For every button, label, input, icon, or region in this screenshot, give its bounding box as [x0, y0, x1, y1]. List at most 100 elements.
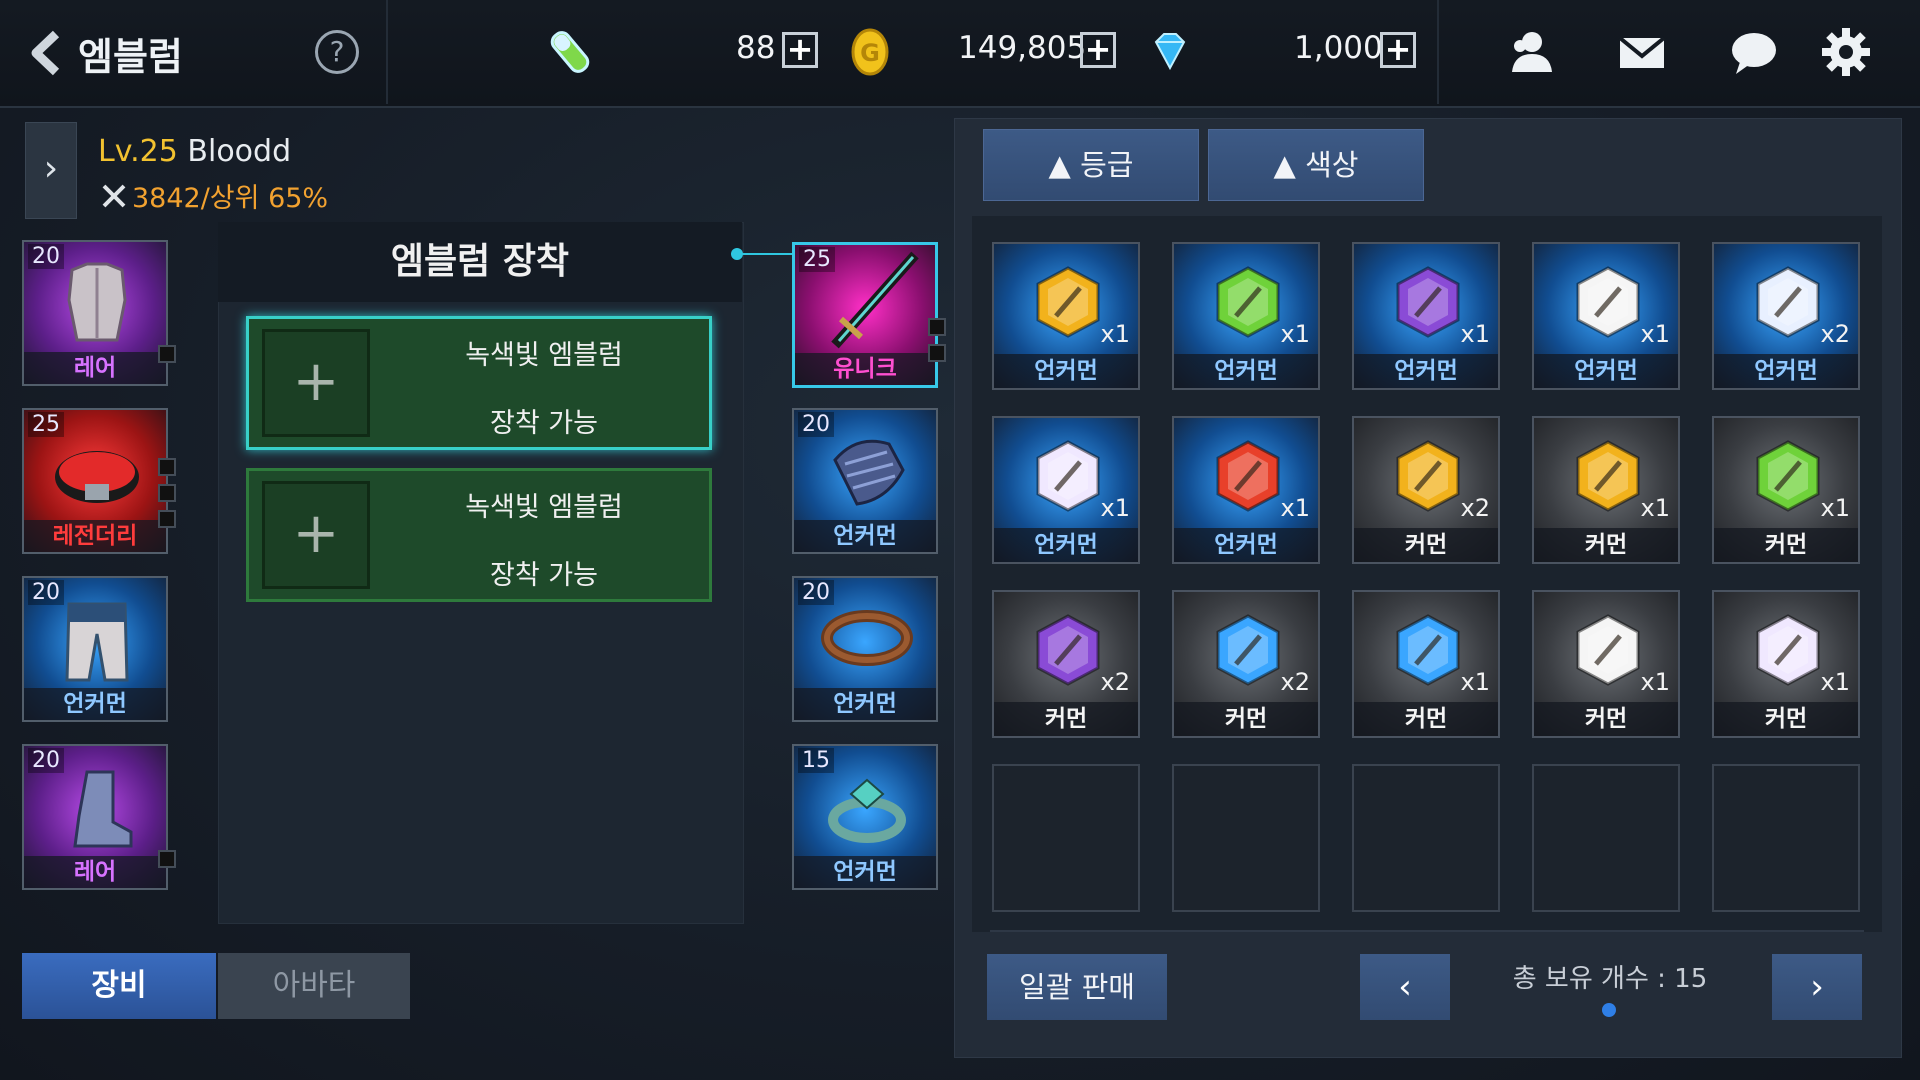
emblem-slot-type: 녹색빛 엠블럼 [465, 340, 623, 371]
inventory-item[interactable]: x1 커먼 [1712, 590, 1860, 738]
tab-avatar[interactable]: 아바타 [218, 953, 410, 1019]
empty-inventory-slot[interactable] [1712, 764, 1860, 912]
emblem-slot-2[interactable]: + 녹색빛 엠블럼 장착 가능 [246, 468, 712, 602]
add-diamond-button[interactable]: + [1380, 32, 1416, 68]
friends-icon[interactable] [1502, 24, 1558, 80]
inventory-item[interactable]: x1 언커먼 [992, 416, 1140, 564]
empty-inventory-slot[interactable] [1352, 764, 1500, 912]
equip-slot-pants[interactable]: 20 언커먼 [22, 576, 168, 722]
item-rarity: 커먼 [1174, 702, 1318, 736]
inventory-item[interactable]: x1 커먼 [1532, 416, 1680, 564]
emblem-slot-status: 장착 가능 [490, 408, 598, 439]
top-bar: 엠블럼 ? 88 + G 149,805 + 1,000 + [0, 0, 1920, 108]
back-arrow-icon[interactable] [26, 28, 66, 78]
item-rarity: 언커먼 [994, 354, 1138, 388]
settings-icon[interactable] [1818, 24, 1874, 80]
item-rarity: 커먼 [1354, 702, 1498, 736]
inventory-item[interactable]: x1 언커먼 [1172, 242, 1320, 390]
item-quantity: x1 [1640, 494, 1670, 522]
svg-text:G: G [860, 39, 880, 67]
item-rarity: 언커먼 [1174, 528, 1318, 562]
item-quantity: x2 [1100, 668, 1130, 696]
equip-slot-belt[interactable]: 25 레전더리 [22, 408, 168, 554]
equip-slot-weapon[interactable]: 25 유니크 [792, 242, 938, 388]
item-quantity: x1 [1280, 320, 1310, 348]
inventory-item[interactable]: x2 커먼 [1352, 416, 1500, 564]
tab-equipment[interactable]: 장비 [22, 953, 216, 1019]
inventory-item[interactable]: x1 언커먼 [992, 242, 1140, 390]
slot-rarity: 레전더리 [24, 520, 166, 552]
inventory-item[interactable]: x1 커먼 [1712, 416, 1860, 564]
add-energy-button[interactable]: + [782, 32, 818, 68]
add-gold-button[interactable]: + [1080, 32, 1116, 68]
equip-slot-necklace[interactable]: 20 언커먼 [792, 576, 938, 722]
item-quantity: x1 [1280, 494, 1310, 522]
socket-group [158, 458, 176, 536]
socket-group [928, 318, 946, 370]
item-rarity: 언커먼 [1714, 354, 1858, 388]
prev-page-button[interactable]: ‹ [1360, 954, 1450, 1020]
item-quantity: x1 [1640, 320, 1670, 348]
empty-inventory-slot[interactable] [992, 764, 1140, 912]
inventory-item[interactable]: x1 언커먼 [1532, 242, 1680, 390]
total-count: 총 보유 개수 : 15 [1512, 964, 1708, 994]
emblem-socket [928, 318, 946, 336]
divider [990, 930, 1864, 932]
item-rarity: 커먼 [1714, 528, 1858, 562]
slot-rarity: 언커먼 [794, 856, 936, 888]
combat-power-value: 3842/상위 65% [132, 183, 329, 214]
character-level: Lv.25 [98, 134, 178, 169]
slot-rarity: 레어 [24, 856, 166, 888]
item-rarity: 언커먼 [1534, 354, 1678, 388]
item-rarity: 커먼 [1354, 528, 1498, 562]
equip-slot-boots[interactable]: 20 레어 [22, 744, 168, 890]
item-rarity: 커먼 [1534, 528, 1678, 562]
inventory-item[interactable]: x1 언커먼 [1352, 242, 1500, 390]
help-icon[interactable]: ? [315, 30, 359, 74]
inventory-item[interactable]: x1 커먼 [1352, 590, 1500, 738]
item-quantity: x1 [1100, 320, 1130, 348]
item-quantity: x2 [1460, 494, 1490, 522]
emblem-slot-status: 장착 가능 [490, 560, 598, 591]
sell-all-button[interactable]: 일괄 판매 [987, 954, 1167, 1020]
empty-inventory-slot[interactable] [1532, 764, 1680, 912]
page-indicator [1602, 1003, 1616, 1017]
combat-power: 3842/상위 65% [100, 176, 328, 217]
gold-value: 149,805 [958, 30, 1087, 66]
emblem-socket [158, 484, 176, 502]
divider [386, 0, 388, 104]
chat-icon[interactable] [1726, 24, 1782, 80]
diamond-icon [1142, 24, 1198, 80]
inventory-item[interactable]: x1 커먼 [1532, 590, 1680, 738]
inventory-item[interactable]: x2 커먼 [1172, 590, 1320, 738]
inventory-item[interactable]: x2 커먼 [992, 590, 1140, 738]
item-quantity: x1 [1820, 494, 1850, 522]
slot-rarity: 언커먼 [794, 520, 936, 552]
character-name: Bloodd [187, 134, 292, 169]
sort-by-grade-button[interactable]: ▲ 등급 [983, 129, 1199, 201]
equip-slot-gauntlet[interactable]: 20 언커먼 [792, 408, 938, 554]
inventory-item[interactable]: x1 언커먼 [1172, 416, 1320, 564]
item-rarity: 커먼 [994, 702, 1138, 736]
inventory-item[interactable]: x2 언커먼 [1712, 242, 1860, 390]
energy-icon [542, 24, 598, 80]
emblem-socket [158, 345, 176, 363]
empty-inventory-slot[interactable] [1172, 764, 1320, 912]
equip-slot-armor[interactable]: 20 레어 [22, 240, 168, 386]
sort-by-color-button[interactable]: ▲ 색상 [1208, 129, 1424, 201]
add-emblem-icon: + [262, 329, 370, 437]
diamond-value: 1,000 [1294, 30, 1383, 66]
socket-group [158, 345, 176, 371]
mail-icon[interactable] [1614, 24, 1670, 80]
gold-coin-icon: G [842, 24, 898, 80]
crossed-swords-icon [100, 182, 128, 217]
divider [1437, 0, 1439, 104]
emblem-slot-1[interactable]: + 녹색빛 엠블럼 장착 가능 [246, 316, 712, 450]
expand-panel-button[interactable]: › [25, 122, 77, 219]
slot-rarity: 유니크 [795, 353, 935, 385]
equip-slot-ring[interactable]: 15 언커먼 [792, 744, 938, 890]
item-rarity: 커먼 [1534, 702, 1678, 736]
emblem-socket [158, 850, 176, 868]
next-page-button[interactable]: › [1772, 954, 1862, 1020]
add-emblem-icon: + [262, 481, 370, 589]
